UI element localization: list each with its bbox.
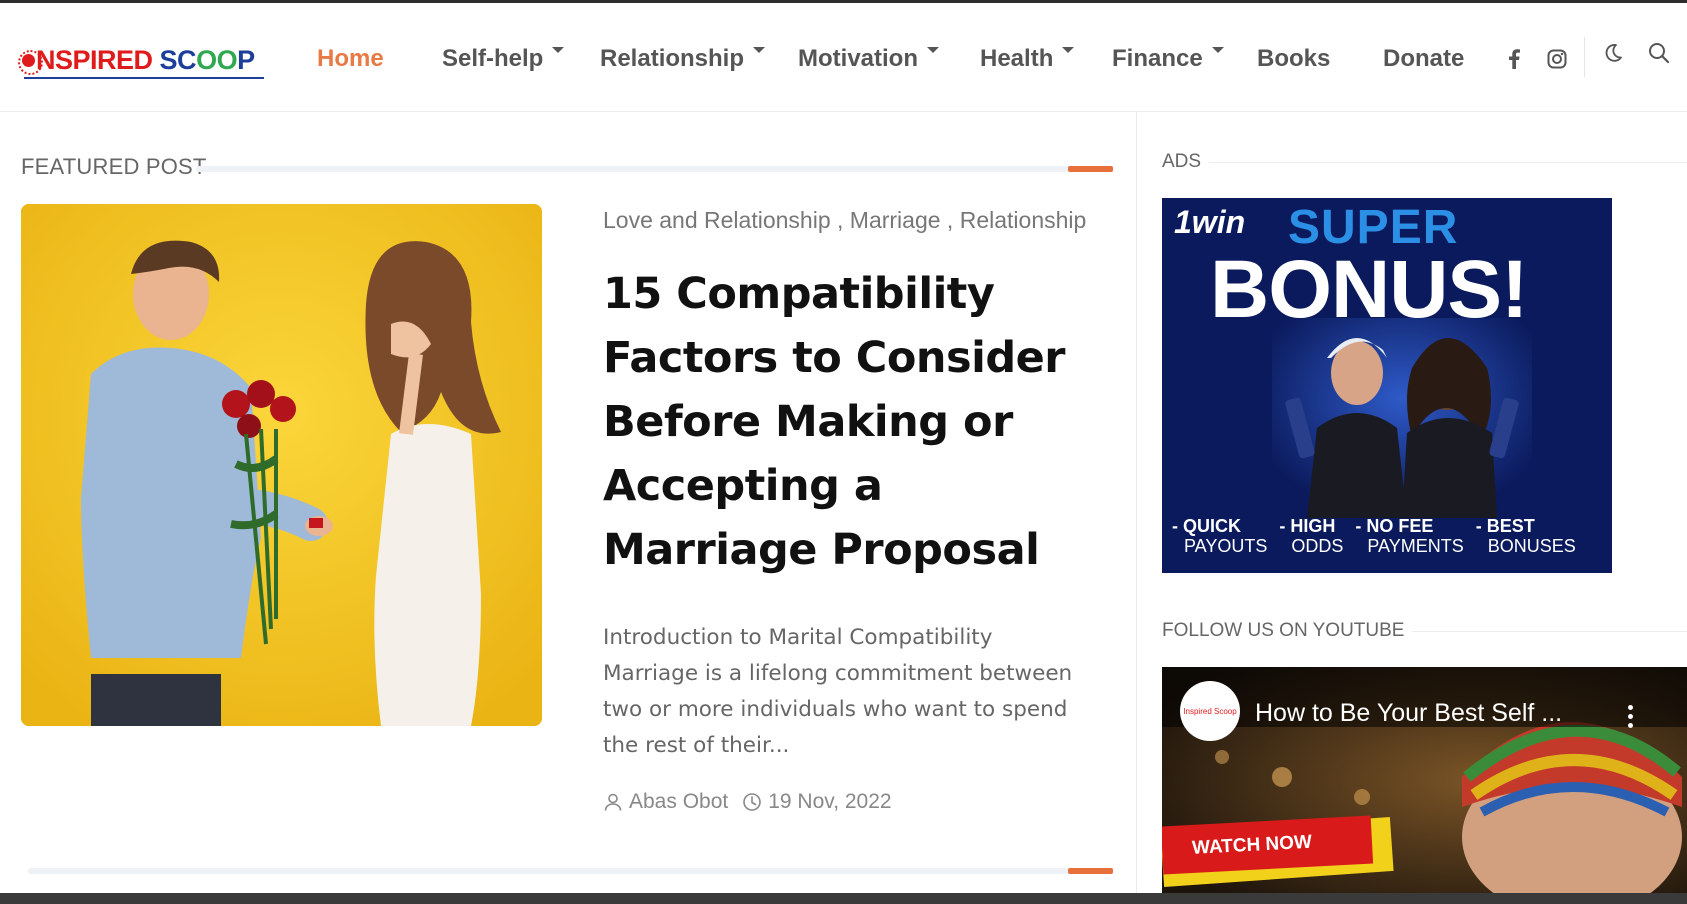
nav-health[interactable]: Health [980, 45, 1075, 73]
facebook-icon[interactable] [1502, 47, 1526, 71]
nav-motivation[interactable]: Motivation [798, 45, 939, 73]
post-date: 19 Nov, 2022 [768, 790, 892, 813]
featured-section-header: FEATURED POST [21, 152, 1113, 182]
youtube-section-header: FOLLOW US ON YOUTUBE [1162, 618, 1687, 644]
featured-post-image[interactable] [21, 204, 542, 726]
sidebar: ADS 1win SUPER BONUS! - QUICK PAYOUTS - H… [1138, 112, 1687, 893]
moon-icon[interactable] [1601, 41, 1625, 65]
video-title[interactable]: How to Be Your Best Self ... [1255, 699, 1562, 728]
youtube-title: FOLLOW US ON YOUTUBE [1162, 618, 1413, 644]
logo-bulb-icon [18, 50, 43, 75]
more-options-icon[interactable] [1625, 703, 1635, 729]
nav-relationship[interactable]: Relationship [600, 45, 766, 73]
nav-donate[interactable]: Donate [1383, 45, 1464, 73]
bottom-border [0, 893, 1687, 904]
section-divider [28, 868, 1113, 874]
section-divider [196, 166, 1113, 172]
search-icon[interactable] [1647, 41, 1671, 65]
ad-banner[interactable]: 1win SUPER BONUS! - QUICK PAYOUTS - HIGH O… [1162, 198, 1612, 573]
post-author[interactable]: Abas Obot [629, 790, 728, 814]
category-link[interactable]: Love and Relationship [603, 207, 831, 233]
ad-features: - QUICK PAYOUTS - HIGH ODDS - NO FEE PAYMEN… [1172, 516, 1612, 556]
category-link[interactable]: Relationship [960, 207, 1087, 233]
ad-feature: - QUICK PAYOUTS [1172, 516, 1268, 556]
user-icon [603, 792, 623, 812]
chevron-down-icon [552, 47, 565, 53]
clock-icon [742, 792, 762, 812]
instagram-icon[interactable] [1545, 47, 1569, 71]
nav-finance[interactable]: Finance [1112, 45, 1224, 73]
ad-models-illustration [1272, 318, 1532, 518]
site-header: NSPIRED SCOOP Home Self-help Relationshi… [0, 3, 1687, 112]
nav-books[interactable]: Books [1257, 45, 1330, 73]
header-divider [1584, 37, 1585, 77]
section-divider-accent [1068, 166, 1113, 172]
ad-feature: - NO FEE PAYMENTS [1355, 516, 1464, 556]
main-content: FEATURED POST Love and Relationship , Ma… [0, 112, 1137, 893]
section-divider-accent [1068, 868, 1113, 874]
logo-wordmark: NSPIRED SCOOP [18, 43, 264, 77]
category-link[interactable]: Marriage [850, 207, 941, 233]
nav-self-help[interactable]: Self-help [442, 45, 565, 73]
logo-underline [24, 77, 264, 79]
post-title[interactable]: 15 Compatibility Factors to Consider Bef… [603, 262, 1073, 582]
post-meta: Abas Obot 19 Nov, 2022 [603, 790, 892, 814]
ads-section-header: ADS [1162, 149, 1687, 175]
section-title: FEATURED POST [21, 154, 207, 179]
channel-avatar[interactable]: Inspired Scoop [1180, 681, 1240, 741]
ad-brand: 1win [1174, 204, 1246, 240]
couple-proposal-illustration [21, 204, 542, 726]
site-logo[interactable]: NSPIRED SCOOP [18, 43, 264, 81]
ad-feature: - HIGH ODDS [1279, 516, 1344, 556]
youtube-embed[interactable]: WATCH NOW Inspired Scoop How to Be Your … [1162, 667, 1687, 893]
chevron-down-icon [1211, 47, 1224, 53]
nav-home[interactable]: Home [317, 45, 384, 73]
chevron-down-icon [1062, 47, 1075, 53]
ads-title: ADS [1162, 149, 1210, 175]
chevron-down-icon [927, 47, 939, 53]
ad-feature: - BEST BONUSES [1475, 516, 1576, 556]
post-excerpt: Introduction to Marital Compatibility Ma… [603, 625, 1073, 758]
post-categories: Love and Relationship , Marriage , Relat… [603, 207, 1087, 233]
chevron-down-icon [753, 47, 766, 53]
